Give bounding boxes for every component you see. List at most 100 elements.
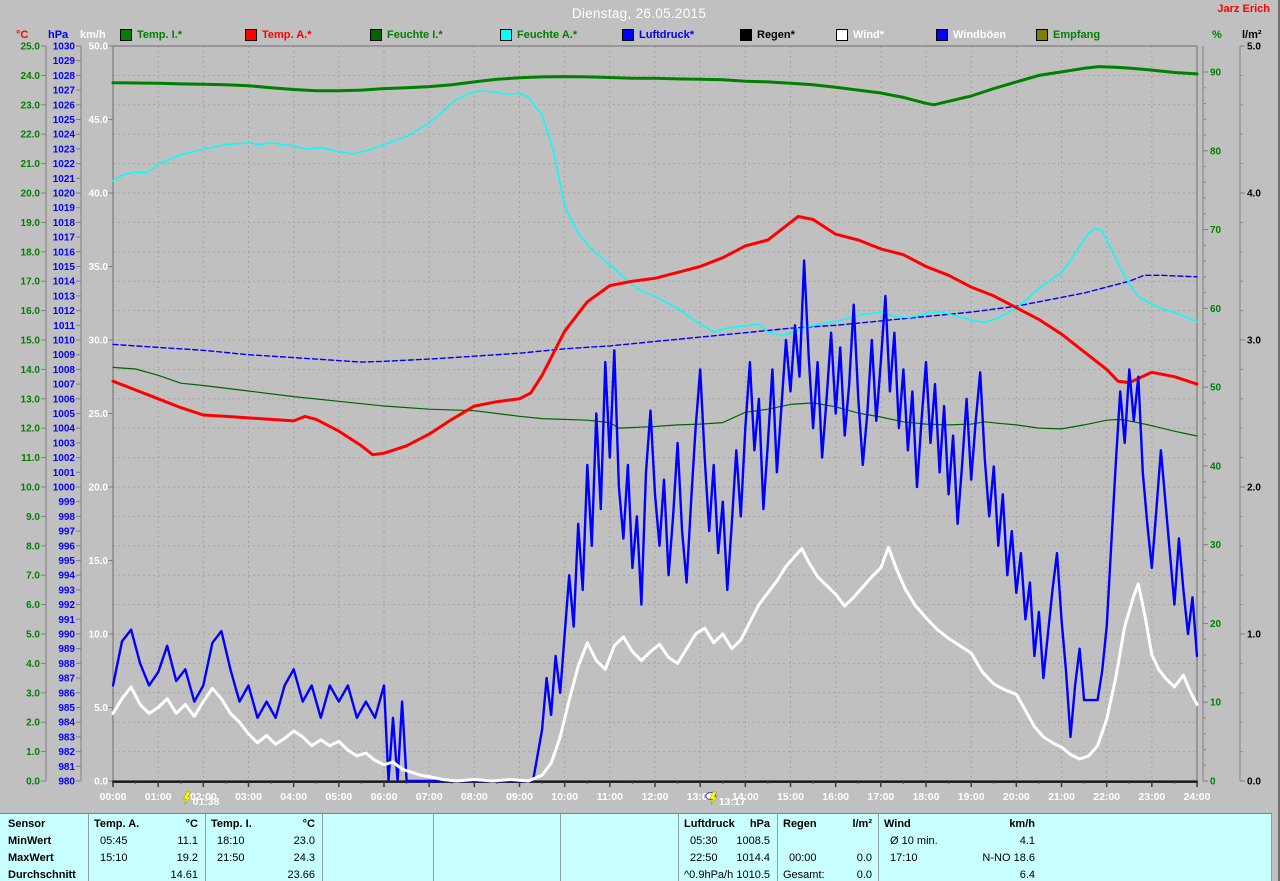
axis-tick-label: 11.0 [21, 453, 40, 464]
axis-tick-label: 1002 [53, 453, 76, 464]
time-tick-label: 08:00 [461, 791, 488, 803]
axis-tick-label: 991 [58, 615, 75, 626]
avg-value: 23.66 [287, 869, 315, 881]
axis-tick-label: 999 [58, 497, 75, 508]
axis-tick-label: 1017 [53, 233, 76, 244]
axis-tick-label: 23.0 [21, 100, 41, 111]
time-tick-label: 07:00 [416, 791, 443, 803]
axis-tick-label: 70 [1210, 225, 1222, 236]
rain-total-value: 0.0 [856, 869, 872, 881]
time-tick-label: 06:00 [371, 791, 398, 803]
axis-tick-label: 80 [1210, 146, 1222, 157]
col-unit: km/h [1009, 818, 1035, 830]
table-divider [433, 814, 434, 881]
max-value: 24.3 [293, 852, 315, 864]
max-time: 15:10 [100, 852, 128, 864]
axis-tick-label: 8.0 [26, 541, 40, 552]
time-tick-label: 10:00 [551, 791, 578, 803]
axis-tick-label: 983 [58, 732, 75, 743]
time-tick-label: 03:00 [235, 791, 262, 803]
axis-tick-label: 990 [58, 630, 75, 641]
axis-tick-label: 0 [1210, 777, 1216, 788]
axis-tick-label: 15.0 [21, 336, 41, 347]
axis-tick-label: 10.0 [21, 483, 41, 494]
wind-avg10-label: Ø 10 min. [890, 835, 938, 847]
axis-tick-label: 1013 [53, 291, 76, 302]
time-tick-label: 09:00 [506, 791, 533, 803]
axis-tick-label: 6.0 [26, 600, 40, 611]
axis-tick-label: 1.0 [1247, 630, 1261, 641]
min-time: 18:10 [217, 835, 245, 847]
avg-value: 1010.5 [736, 869, 770, 881]
axis-tick-label: 1000 [53, 483, 76, 494]
axis-tick-label: 1012 [53, 306, 76, 317]
axis-tick-label: 40.0 [89, 189, 109, 200]
min-value: 1008.5 [736, 835, 770, 847]
max-value: 19.2 [176, 852, 198, 864]
wind-avg-value: 6.4 [1019, 869, 1035, 881]
axis-tick-label: 50.0 [89, 42, 109, 53]
axis-tick-label: 15.0 [89, 556, 109, 567]
axis-tick-label: 987 [58, 674, 75, 685]
min-time: 05:45 [100, 835, 128, 847]
axis-tick-label: 1009 [53, 350, 76, 361]
table-row-label: MaxWert [8, 852, 54, 864]
axis-tick-label: 1021 [53, 174, 76, 185]
table-row-label: Sensor [8, 818, 46, 830]
axis-tick-label: 30.0 [89, 336, 109, 347]
axis-tick-label: 980 [58, 777, 75, 788]
axis-tick-label: 1.0 [26, 747, 40, 758]
table-divider [88, 814, 89, 881]
time-tick-label: 16:00 [822, 791, 849, 803]
axis-tick-label: 1030 [53, 42, 76, 53]
axis-tick-label: 21.0 [21, 159, 41, 170]
col-unit: l/m² [852, 818, 872, 830]
col-unit: hPa [749, 818, 770, 830]
axis-tick-label: 30 [1210, 540, 1222, 551]
axis-tick-label: 985 [58, 703, 75, 714]
axis-tick-label: 1016 [53, 247, 76, 258]
table-divider [878, 814, 879, 881]
axis-tick-label: 2.0 [26, 718, 40, 729]
axis-tick-label: 7.0 [26, 571, 40, 582]
axis-tick-label: 1008 [53, 365, 76, 376]
table-divider [1271, 814, 1272, 881]
table-divider [777, 814, 778, 881]
axis-tick-label: 25.0 [21, 42, 41, 53]
rain-value: 0.0 [856, 852, 872, 864]
time-tick-label: 19:00 [958, 791, 985, 803]
axis-tick-label: 1028 [53, 71, 76, 82]
axis-tick-label: 1011 [53, 321, 75, 332]
time-tick-label: 04:00 [280, 791, 307, 803]
time-tick-label: 22:00 [1093, 791, 1120, 803]
axis-tick-label: 4.0 [1247, 189, 1261, 200]
table-divider [560, 814, 561, 881]
axis-tick-label: 1025 [53, 115, 76, 126]
axis-tick-label: 1019 [53, 203, 76, 214]
summary-table: Sensor MinWert MaxWert Durchschnitt Temp… [0, 813, 1272, 881]
col-header-wind: Wind [884, 818, 911, 830]
axis-tick-label: 45.0 [89, 115, 109, 126]
time-tick-label: 18:00 [913, 791, 940, 803]
axis-tick-label: 9.0 [26, 512, 40, 523]
axis-tick-label: 5.0 [94, 703, 108, 714]
axis-tick-label: 90 [1210, 67, 1222, 78]
axis-tick-label: 0.0 [94, 777, 108, 788]
axis-tick-label: 13.0 [21, 394, 41, 405]
time-tick-label: 24:00 [1184, 791, 1211, 803]
wind-max-time: 17:10 [890, 852, 918, 864]
max-time: 21:50 [217, 852, 245, 864]
axis-tick-label: 14.0 [21, 365, 41, 376]
time-tick-label: 15:00 [777, 791, 804, 803]
axis-tick-label: 982 [58, 747, 75, 758]
axis-tick-label: 10.0 [89, 630, 109, 641]
axis-tick-label: 50 [1210, 383, 1222, 394]
avg-value: 14.61 [170, 869, 198, 881]
time-tick-label: 11:00 [597, 791, 623, 803]
time-tick-label: 01:00 [145, 791, 172, 803]
axis-tick-label: 1022 [53, 159, 76, 170]
table-divider [205, 814, 206, 881]
axis-tick-label: 20 [1210, 619, 1222, 630]
axis-tick-label: 984 [58, 718, 75, 729]
axis-tick-label: 5.0 [26, 630, 40, 641]
